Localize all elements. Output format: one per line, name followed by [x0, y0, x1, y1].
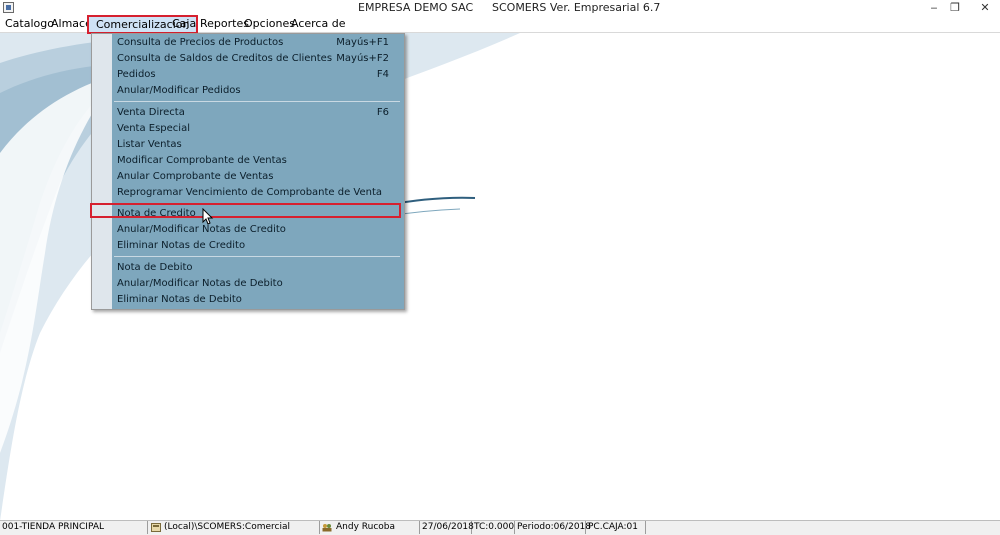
menu-catalogo[interactable]: Catalogo	[5, 17, 54, 30]
restore-button[interactable]: ❐	[944, 0, 966, 16]
menu-item-label: Eliminar Notas de Debito	[117, 294, 242, 305]
user-icon	[322, 524, 332, 532]
menu-item-label: Eliminar Notas de Credito	[117, 240, 246, 251]
menu-item-label: Nota de Debito	[117, 262, 193, 273]
menu-item-eliminar-notas-debito[interactable]: Eliminar Notas de Debito	[112, 292, 402, 308]
menu-item-anular-notas-debito[interactable]: Anular/Modificar Notas de Debito	[112, 276, 402, 292]
status-period: Periodo:06/2018	[517, 521, 591, 534]
menu-separator	[114, 256, 400, 257]
status-bar: 001-TIENDA PRINCIPAL (Local)\SCOMERS:Com…	[0, 520, 1000, 535]
menu-item-label: Consulta de Saldos de Creditos de Client…	[117, 53, 333, 64]
status-user: Andy Rucoba	[334, 521, 420, 534]
menu-caja[interactable]: Caja	[172, 17, 196, 30]
menu-item-label: Pedidos	[117, 69, 156, 80]
menu-item-label: Venta Directa	[117, 107, 185, 118]
menu-opciones[interactable]: Opciones	[244, 17, 295, 30]
menu-item-pedidos[interactable]: Pedidos F4	[112, 67, 402, 83]
dropdown-icon-gutter	[92, 34, 112, 309]
menu-item-venta-especial[interactable]: Venta Especial	[112, 121, 402, 137]
menu-item-consulta-precios[interactable]: Consulta de Precios de Productos Mayús+F…	[112, 35, 402, 51]
menu-item-shortcut: F6	[376, 107, 389, 118]
highlight-annotation	[90, 203, 401, 218]
status-pc: PC.CAJA:01	[586, 521, 646, 534]
menu-item-label: Reprogramar Vencimiento de Comprobante d…	[117, 187, 383, 198]
menu-item-reprogramar-vencimiento[interactable]: Reprogramar Vencimiento de Comprobante d…	[112, 185, 402, 201]
menu-bar: Catalogo Almacen Comercializacion Caja R…	[0, 15, 1000, 34]
status-date: 27/06/2018	[422, 521, 474, 534]
menu-item-nota-debito[interactable]: Nota de Debito	[112, 260, 402, 276]
menu-item-label: Venta Especial	[117, 123, 190, 134]
menu-item-label: Modificar Comprobante de Ventas	[117, 155, 287, 166]
menu-item-label: Listar Ventas	[117, 139, 182, 150]
menu-item-label: Anular/Modificar Pedidos	[117, 85, 241, 96]
close-button[interactable]: ✕	[970, 0, 1000, 16]
menu-item-modificar-comprobante[interactable]: Modificar Comprobante de Ventas	[112, 153, 402, 169]
menu-item-label: Anular/Modificar Notas de Debito	[117, 278, 283, 289]
menu-item-label: Consulta de Precios de Productos	[117, 37, 284, 48]
minimize-button[interactable]: ‒	[923, 0, 945, 16]
menu-separator	[114, 101, 400, 102]
database-icon	[151, 523, 161, 532]
menu-item-label: Anular Comprobante de Ventas	[117, 171, 274, 182]
window-title-company: EMPRESA DEMO SAC	[358, 1, 474, 14]
window-title-version: SCOMERS Ver. Empresarial 6.7	[492, 1, 661, 14]
mouse-cursor-icon	[202, 208, 214, 225]
menu-item-consulta-saldos[interactable]: Consulta de Saldos de Creditos de Client…	[112, 51, 402, 67]
comercializacion-dropdown: Consulta de Precios de Productos Mayús+F…	[91, 33, 405, 310]
menu-reportes[interactable]: Reportes	[200, 17, 249, 30]
status-database: (Local)\SCOMERS:Comercial	[162, 521, 320, 534]
status-tc: TC:0.000	[474, 521, 515, 534]
menu-item-eliminar-notas-credito[interactable]: Eliminar Notas de Credito	[112, 238, 402, 254]
menu-item-shortcut: Mayús+F1	[336, 37, 389, 48]
menu-item-shortcut: Mayús+F2	[336, 53, 389, 64]
menu-item-anular-pedidos[interactable]: Anular/Modificar Pedidos	[112, 83, 402, 99]
menu-acerca-de[interactable]: Acerca de	[291, 17, 345, 30]
menu-item-anular-comprobante[interactable]: Anular Comprobante de Ventas	[112, 169, 402, 185]
status-store: 001-TIENDA PRINCIPAL	[0, 521, 148, 534]
app-icon	[3, 2, 14, 13]
menu-item-venta-directa[interactable]: Venta Directa F6	[112, 105, 402, 121]
menu-item-shortcut: F4	[376, 69, 389, 80]
menu-item-listar-ventas[interactable]: Listar Ventas	[112, 137, 402, 153]
menu-item-anular-notas-credito[interactable]: Anular/Modificar Notas de Credito	[112, 222, 402, 238]
